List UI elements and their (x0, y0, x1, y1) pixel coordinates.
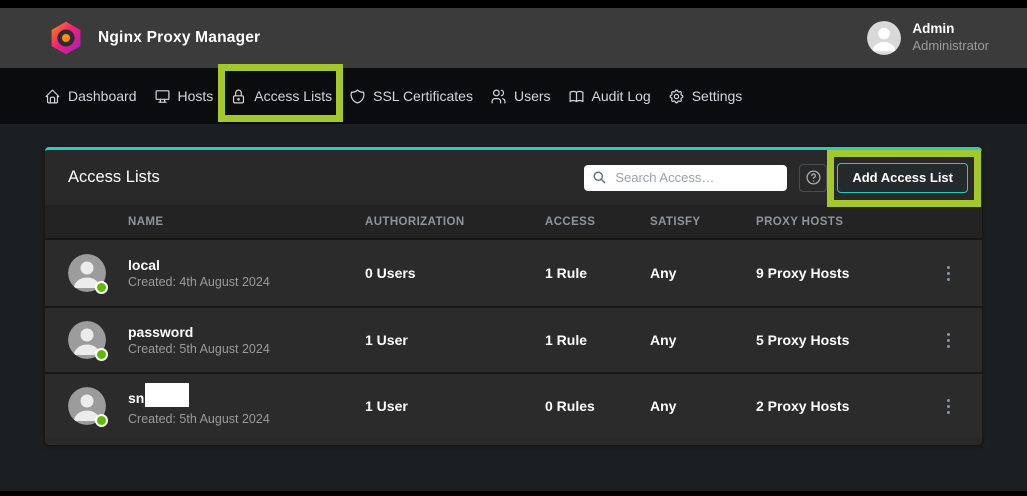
access-list-avatar (68, 321, 106, 359)
created-date: Created: 5th August 2024 (128, 342, 365, 356)
proxy-hosts-value: 5 Proxy Hosts (756, 332, 936, 348)
user-avatar (867, 21, 901, 55)
search-icon (592, 170, 607, 185)
search-box (584, 165, 787, 191)
column-header-authorization: AUTHORIZATION (365, 216, 545, 228)
access-list-name: password (128, 324, 365, 340)
user-role: Administrator (912, 38, 989, 54)
row-actions-menu-icon[interactable] (938, 260, 958, 286)
row-actions-menu-icon[interactable] (938, 393, 958, 419)
satisfy-value: Any (650, 332, 756, 348)
user-menu[interactable]: Admin Administrator (867, 21, 989, 55)
redaction-box (145, 383, 189, 407)
nav-item-settings[interactable]: Settings (668, 88, 743, 105)
access-list-name: sn (128, 386, 365, 410)
table-row: sn Created: 5th August 2024 1 User 0 Rul… (45, 372, 982, 438)
app-title: Nginx Proxy Manager (98, 29, 260, 47)
add-access-list-button[interactable]: Add Access List (837, 163, 968, 193)
main-nav: Dashboard Hosts Access Lists SSL Certifi… (0, 68, 1027, 124)
screen: Nginx Proxy Manager Admin Administrator … (0, 0, 1027, 496)
nav-item-access-lists[interactable]: Access Lists (230, 88, 332, 105)
nav-item-audit-log[interactable]: Audit Log (568, 88, 651, 105)
panel-title: Access Lists (68, 168, 584, 187)
proxy-hosts-value: 2 Proxy Hosts (756, 398, 936, 414)
gear-icon (668, 88, 685, 105)
panel-header: Access Lists Add Access List (45, 150, 982, 205)
access-value: 1 Rule (545, 332, 650, 348)
table-header: NAME AUTHORIZATION ACCESS SATISFY PROXY … (45, 205, 982, 240)
users-icon (490, 88, 507, 105)
book-icon (568, 88, 585, 105)
user-name: Admin (912, 21, 989, 38)
access-list-name: local (128, 257, 365, 273)
help-button[interactable] (799, 164, 827, 192)
page-content: Access Lists Add Access List NAME AUTHOR… (0, 124, 1027, 491)
access-list-avatar (68, 254, 106, 292)
column-header-proxy-hosts: PROXY HOSTS (756, 216, 936, 228)
column-header-satisfy: SATISFY (650, 216, 756, 228)
status-online-dot (95, 414, 108, 427)
created-date: Created: 5th August 2024 (128, 412, 365, 426)
home-icon (44, 88, 61, 105)
satisfy-value: Any (650, 398, 756, 414)
row-actions-menu-icon[interactable] (938, 327, 958, 353)
lock-icon (230, 88, 247, 105)
nav-item-dashboard[interactable]: Dashboard (44, 88, 137, 105)
nav-item-users[interactable]: Users (490, 88, 551, 105)
search-input[interactable] (584, 165, 787, 191)
access-list-avatar (68, 387, 106, 425)
monitor-icon (154, 88, 171, 105)
access-lists-panel: Access Lists Add Access List NAME AUTHOR… (45, 147, 982, 445)
column-header-name: NAME (128, 216, 365, 228)
authorization-value: 0 Users (365, 265, 545, 281)
table-row: password Created: 5th August 2024 1 User… (45, 306, 982, 372)
created-date: Created: 4th August 2024 (128, 275, 365, 289)
table-row: local Created: 4th August 2024 0 Users 1… (45, 240, 982, 306)
authorization-value: 1 User (365, 398, 545, 414)
shield-icon (349, 88, 366, 105)
access-value: 1 Rule (545, 265, 650, 281)
column-header-access: ACCESS (545, 216, 650, 228)
nav-item-hosts[interactable]: Hosts (154, 88, 214, 105)
proxy-hosts-value: 9 Proxy Hosts (756, 265, 936, 281)
satisfy-value: Any (650, 265, 756, 281)
app-header: Nginx Proxy Manager Admin Administrator (0, 8, 1027, 68)
help-circle-icon (805, 169, 822, 186)
access-value: 0 Rules (545, 398, 650, 414)
status-online-dot (95, 281, 108, 294)
nav-item-ssl-certificates[interactable]: SSL Certificates (349, 88, 473, 105)
status-online-dot (95, 348, 108, 361)
nginx-proxy-manager-logo-icon (48, 20, 84, 56)
authorization-value: 1 User (365, 332, 545, 348)
